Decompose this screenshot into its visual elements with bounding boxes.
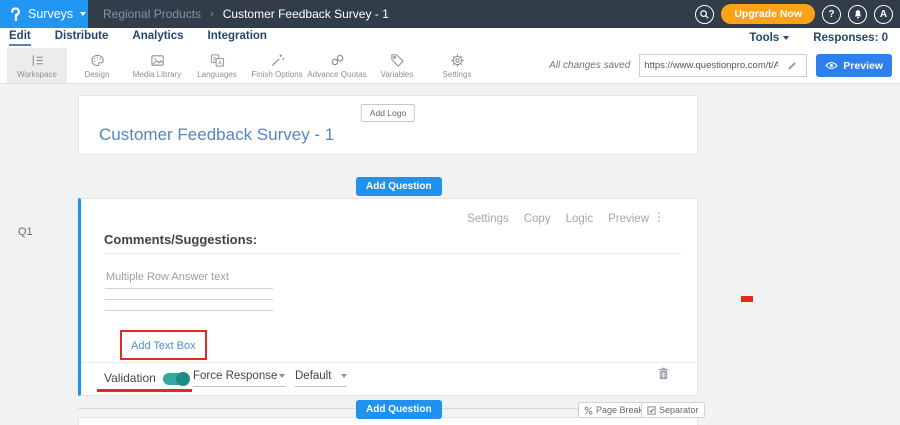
- red-dash-annotation: [741, 296, 753, 302]
- toolbar-item-design[interactable]: Design: [67, 48, 127, 83]
- preview-button[interactable]: Preview: [816, 54, 892, 77]
- save-status: All changes saved: [549, 60, 630, 71]
- tools-menu[interactable]: Tools: [749, 32, 789, 44]
- chevron-down-icon: [279, 374, 285, 378]
- questionpro-logo-icon: [9, 7, 22, 22]
- toolbar-item-variables[interactable]: Variables: [367, 48, 427, 83]
- question-divider: [104, 253, 681, 254]
- chain-icon: [330, 53, 345, 68]
- translate-icon: БA: [210, 53, 225, 68]
- tag-icon: [390, 53, 405, 68]
- trash-icon: [658, 367, 669, 380]
- svg-text:A: A: [218, 60, 222, 66]
- question-actions: Settings Copy Logic Preview: [467, 213, 649, 225]
- topbar-actions: Upgrade Now ? A: [695, 4, 900, 24]
- toolbar-item-settings[interactable]: Settings: [427, 48, 487, 83]
- add-logo-button[interactable]: Add Logo: [361, 104, 415, 122]
- answer-row-line: [105, 288, 273, 289]
- editor-toolbar: Workspace Design Media Library БA Langua…: [0, 48, 900, 84]
- kebab-menu-icon[interactable]: ⋮: [653, 211, 665, 223]
- force-response-dropdown[interactable]: Force Response: [193, 370, 285, 387]
- nav-right: Tools Responses: 0: [749, 32, 900, 44]
- toolbar-item-advance-quotas[interactable]: Advance Quotas: [307, 48, 367, 83]
- separator-button[interactable]: Separator: [641, 402, 705, 418]
- question-footer-divider: [81, 362, 697, 363]
- palette-icon: [90, 53, 105, 68]
- top-bar: Surveys Regional Products › Customer Fee…: [0, 0, 900, 28]
- nav-tab-edit[interactable]: Edit: [9, 30, 31, 46]
- answer-placeholder[interactable]: Multiple Row Answer text: [106, 271, 229, 283]
- chevron-down-icon: [783, 36, 789, 40]
- search-button[interactable]: [695, 5, 714, 24]
- gear-icon: [450, 53, 465, 68]
- image-icon: [150, 53, 165, 68]
- eye-icon: [825, 61, 838, 70]
- nav-items: Edit Distribute Analytics Integration: [9, 30, 267, 46]
- chevron-down-icon: [80, 12, 86, 16]
- survey-header-card: Add Logo Customer Feedback Survey - 1: [78, 95, 698, 155]
- default-dropdown[interactable]: Default: [295, 370, 347, 387]
- add-text-box-link[interactable]: Add Text Box: [131, 340, 196, 352]
- question-text[interactable]: Comments/Suggestions:: [104, 232, 257, 247]
- validation-underline-annotation: [97, 389, 192, 392]
- nav-tab-integration[interactable]: Integration: [208, 30, 267, 46]
- help-button[interactable]: ?: [822, 5, 841, 24]
- nav-tab-distribute[interactable]: Distribute: [55, 30, 109, 46]
- surveys-product-menu[interactable]: Surveys: [0, 0, 88, 28]
- workspace-icon: [30, 53, 45, 68]
- survey-nav: Edit Distribute Analytics Integration To…: [0, 28, 900, 48]
- account-avatar[interactable]: A: [874, 5, 893, 24]
- survey-url-box: [639, 54, 807, 77]
- question-preview-link[interactable]: Preview: [608, 213, 649, 225]
- page-break-icon: [584, 406, 593, 415]
- validation-toggle[interactable]: [163, 373, 189, 385]
- breadcrumb: Regional Products › Customer Feedback Su…: [103, 7, 389, 21]
- question-settings-link[interactable]: Settings: [467, 213, 509, 225]
- wand-icon: [270, 53, 285, 68]
- upgrade-now-button[interactable]: Upgrade Now: [721, 4, 815, 24]
- nav-tab-analytics[interactable]: Analytics: [132, 30, 183, 46]
- toggle-knob: [176, 372, 190, 386]
- survey-title[interactable]: Customer Feedback Survey - 1: [99, 125, 334, 145]
- tools-label: Tools: [749, 32, 779, 44]
- answer-row-line: [105, 299, 273, 300]
- question-number: Q1: [18, 226, 33, 238]
- question-logic-link[interactable]: Logic: [566, 213, 594, 225]
- validation-label: Validation: [104, 371, 156, 385]
- breadcrumb-survey-name: Customer Feedback Survey - 1: [223, 7, 389, 21]
- add-question-button-bottom[interactable]: Add Question: [356, 400, 442, 419]
- survey-url-input[interactable]: [640, 60, 782, 71]
- chevron-down-icon: [341, 374, 347, 378]
- question-card: Settings Copy Logic Preview ⋮ Comments/S…: [78, 198, 698, 396]
- toolbar-item-languages[interactable]: БA Languages: [187, 48, 247, 83]
- breadcrumb-folder[interactable]: Regional Products: [103, 7, 201, 21]
- questionpro-survey-editor: Surveys Regional Products › Customer Fee…: [0, 0, 900, 425]
- answer-row-line: [105, 310, 273, 311]
- bell-icon: [853, 9, 863, 20]
- edit-url-button[interactable]: [782, 60, 802, 71]
- page-break-button[interactable]: Page Break: [578, 402, 649, 418]
- pencil-icon: [787, 60, 798, 71]
- add-text-box-highlight: Add Text Box: [120, 330, 207, 360]
- toolbar-item-finish-options[interactable]: Finish Options: [247, 48, 307, 83]
- search-icon: [699, 9, 710, 20]
- breadcrumb-separator: ›: [210, 8, 214, 20]
- responses-count[interactable]: Responses: 0: [813, 32, 888, 44]
- add-question-button-top[interactable]: Add Question: [356, 177, 442, 196]
- question-copy-link[interactable]: Copy: [524, 213, 551, 225]
- product-label: Surveys: [28, 7, 73, 21]
- toolbar-item-workspace[interactable]: Workspace: [7, 48, 67, 83]
- notifications-button[interactable]: [848, 5, 867, 24]
- checkbox-checked-icon: [647, 406, 656, 415]
- toolbar-right: All changes saved Preview: [549, 48, 900, 83]
- delete-question-button[interactable]: [658, 367, 669, 380]
- toolbar-item-media-library[interactable]: Media Library: [127, 48, 187, 83]
